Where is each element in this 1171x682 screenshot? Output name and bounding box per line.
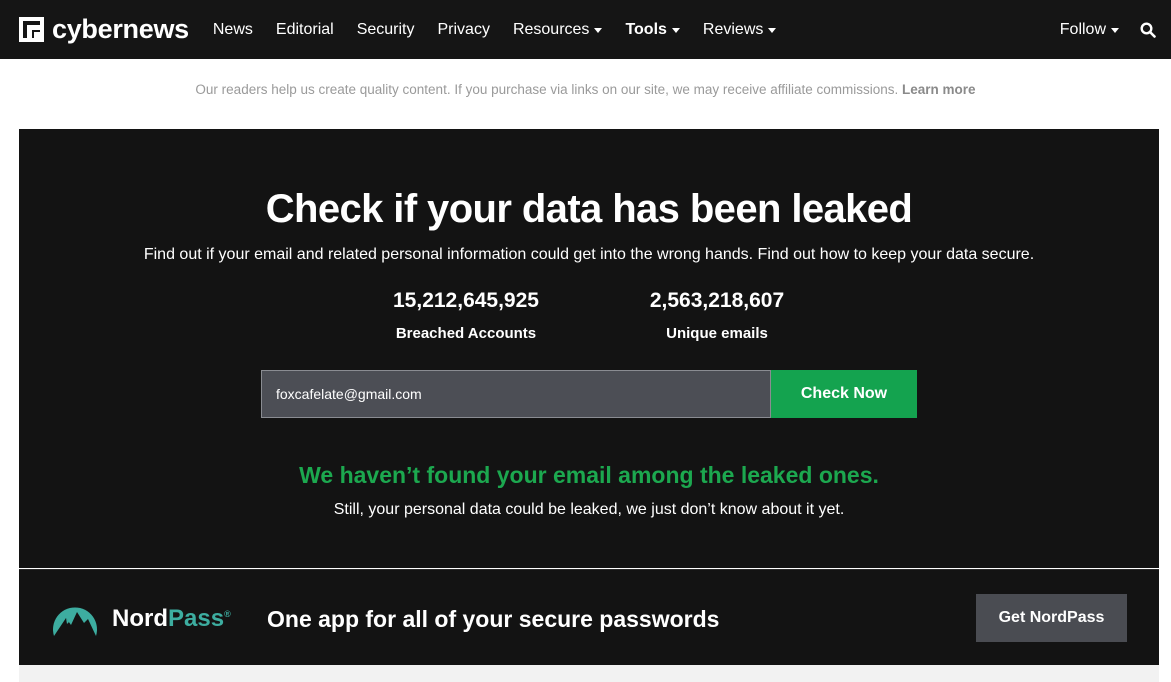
- result-note: Still, your personal data could be leake…: [333, 501, 845, 518]
- disclaimer-text: Our readers help us create quality conte…: [195, 82, 899, 97]
- nav-item-label: Resources: [512, 20, 590, 38]
- result-message: We haven’t found your email among the le…: [299, 462, 879, 488]
- follow-label: Follow: [1059, 20, 1106, 38]
- cybernews-logo-icon: [19, 17, 44, 42]
- nav-item-reviews[interactable]: Reviews: [702, 20, 777, 39]
- nav-item-label: Tools: [625, 20, 667, 38]
- stat-breached-accounts: 15,212,645,925 Breached Accounts: [346, 289, 586, 342]
- nav-item-privacy[interactable]: Privacy: [438, 21, 490, 39]
- page-title: Check if your data has been leaked: [265, 187, 913, 231]
- nav-item-security[interactable]: Security: [357, 21, 415, 39]
- wordmark-primary: Nord: [112, 605, 168, 632]
- nav-item-label: News: [212, 20, 253, 38]
- affiliate-disclaimer: Our readers help us create quality conte…: [0, 82, 1171, 97]
- chevron-down-icon: [594, 28, 603, 33]
- stat-value: 2,563,218,607: [649, 289, 785, 312]
- brand-link[interactable]: cybernews: [19, 14, 189, 45]
- stat-unique-emails: 2,563,218,607 Unique emails: [597, 289, 837, 342]
- get-nordpass-button[interactable]: Get NordPass: [976, 594, 1127, 642]
- stat-value: 15,212,645,925: [393, 289, 539, 312]
- search-button[interactable]: [1139, 21, 1157, 39]
- nav-item-label: Security: [356, 20, 415, 38]
- nav-item-editorial[interactable]: Editorial: [276, 21, 334, 39]
- nav-item-tools[interactable]: Tools: [625, 20, 680, 39]
- stat-label: Unique emails: [666, 325, 768, 342]
- search-icon: [1140, 21, 1156, 38]
- wordmark-accent: Pass: [168, 605, 225, 632]
- nordpass-logo-icon: [53, 607, 97, 636]
- page-subtitle: Find out if your email and related perso…: [143, 246, 1035, 263]
- follow-menu[interactable]: Follow: [1060, 21, 1119, 39]
- check-now-button[interactable]: Check Now: [771, 370, 917, 418]
- nav-item-news[interactable]: News: [213, 21, 253, 39]
- nordpass-wordmark: NordPass®: [112, 605, 231, 633]
- chevron-down-icon: [768, 28, 777, 33]
- chevron-down-icon: [1111, 28, 1119, 33]
- registered-mark: ®: [224, 609, 231, 619]
- nav-item-label: Privacy: [437, 20, 490, 38]
- nav-item-label: Editorial: [275, 20, 334, 38]
- learn-more-link[interactable]: Learn more: [902, 82, 976, 97]
- email-input[interactable]: [261, 370, 771, 418]
- nav-item-label: Reviews: [702, 20, 764, 38]
- top-navigation: cybernews News Editorial Security Privacy Re…: [0, 0, 1171, 59]
- leak-checker-panel: Check if your data has been leaked Find …: [19, 129, 1159, 568]
- stat-label: Breached Accounts: [395, 325, 537, 342]
- nav-right: Follow: [1060, 21, 1157, 39]
- nav-links: News Editorial Security Privacy Resources Too…: [213, 21, 800, 39]
- nav-item-resources[interactable]: Resources: [512, 20, 603, 39]
- chevron-down-icon: [671, 28, 680, 33]
- nordpass-banner: NordPass® One app for all of your secure…: [19, 569, 1159, 665]
- banner-tagline: One app for all of your secure passwords: [267, 606, 720, 632]
- brand-name: cybernews: [52, 14, 189, 44]
- page-bottom-strip: [19, 665, 1159, 682]
